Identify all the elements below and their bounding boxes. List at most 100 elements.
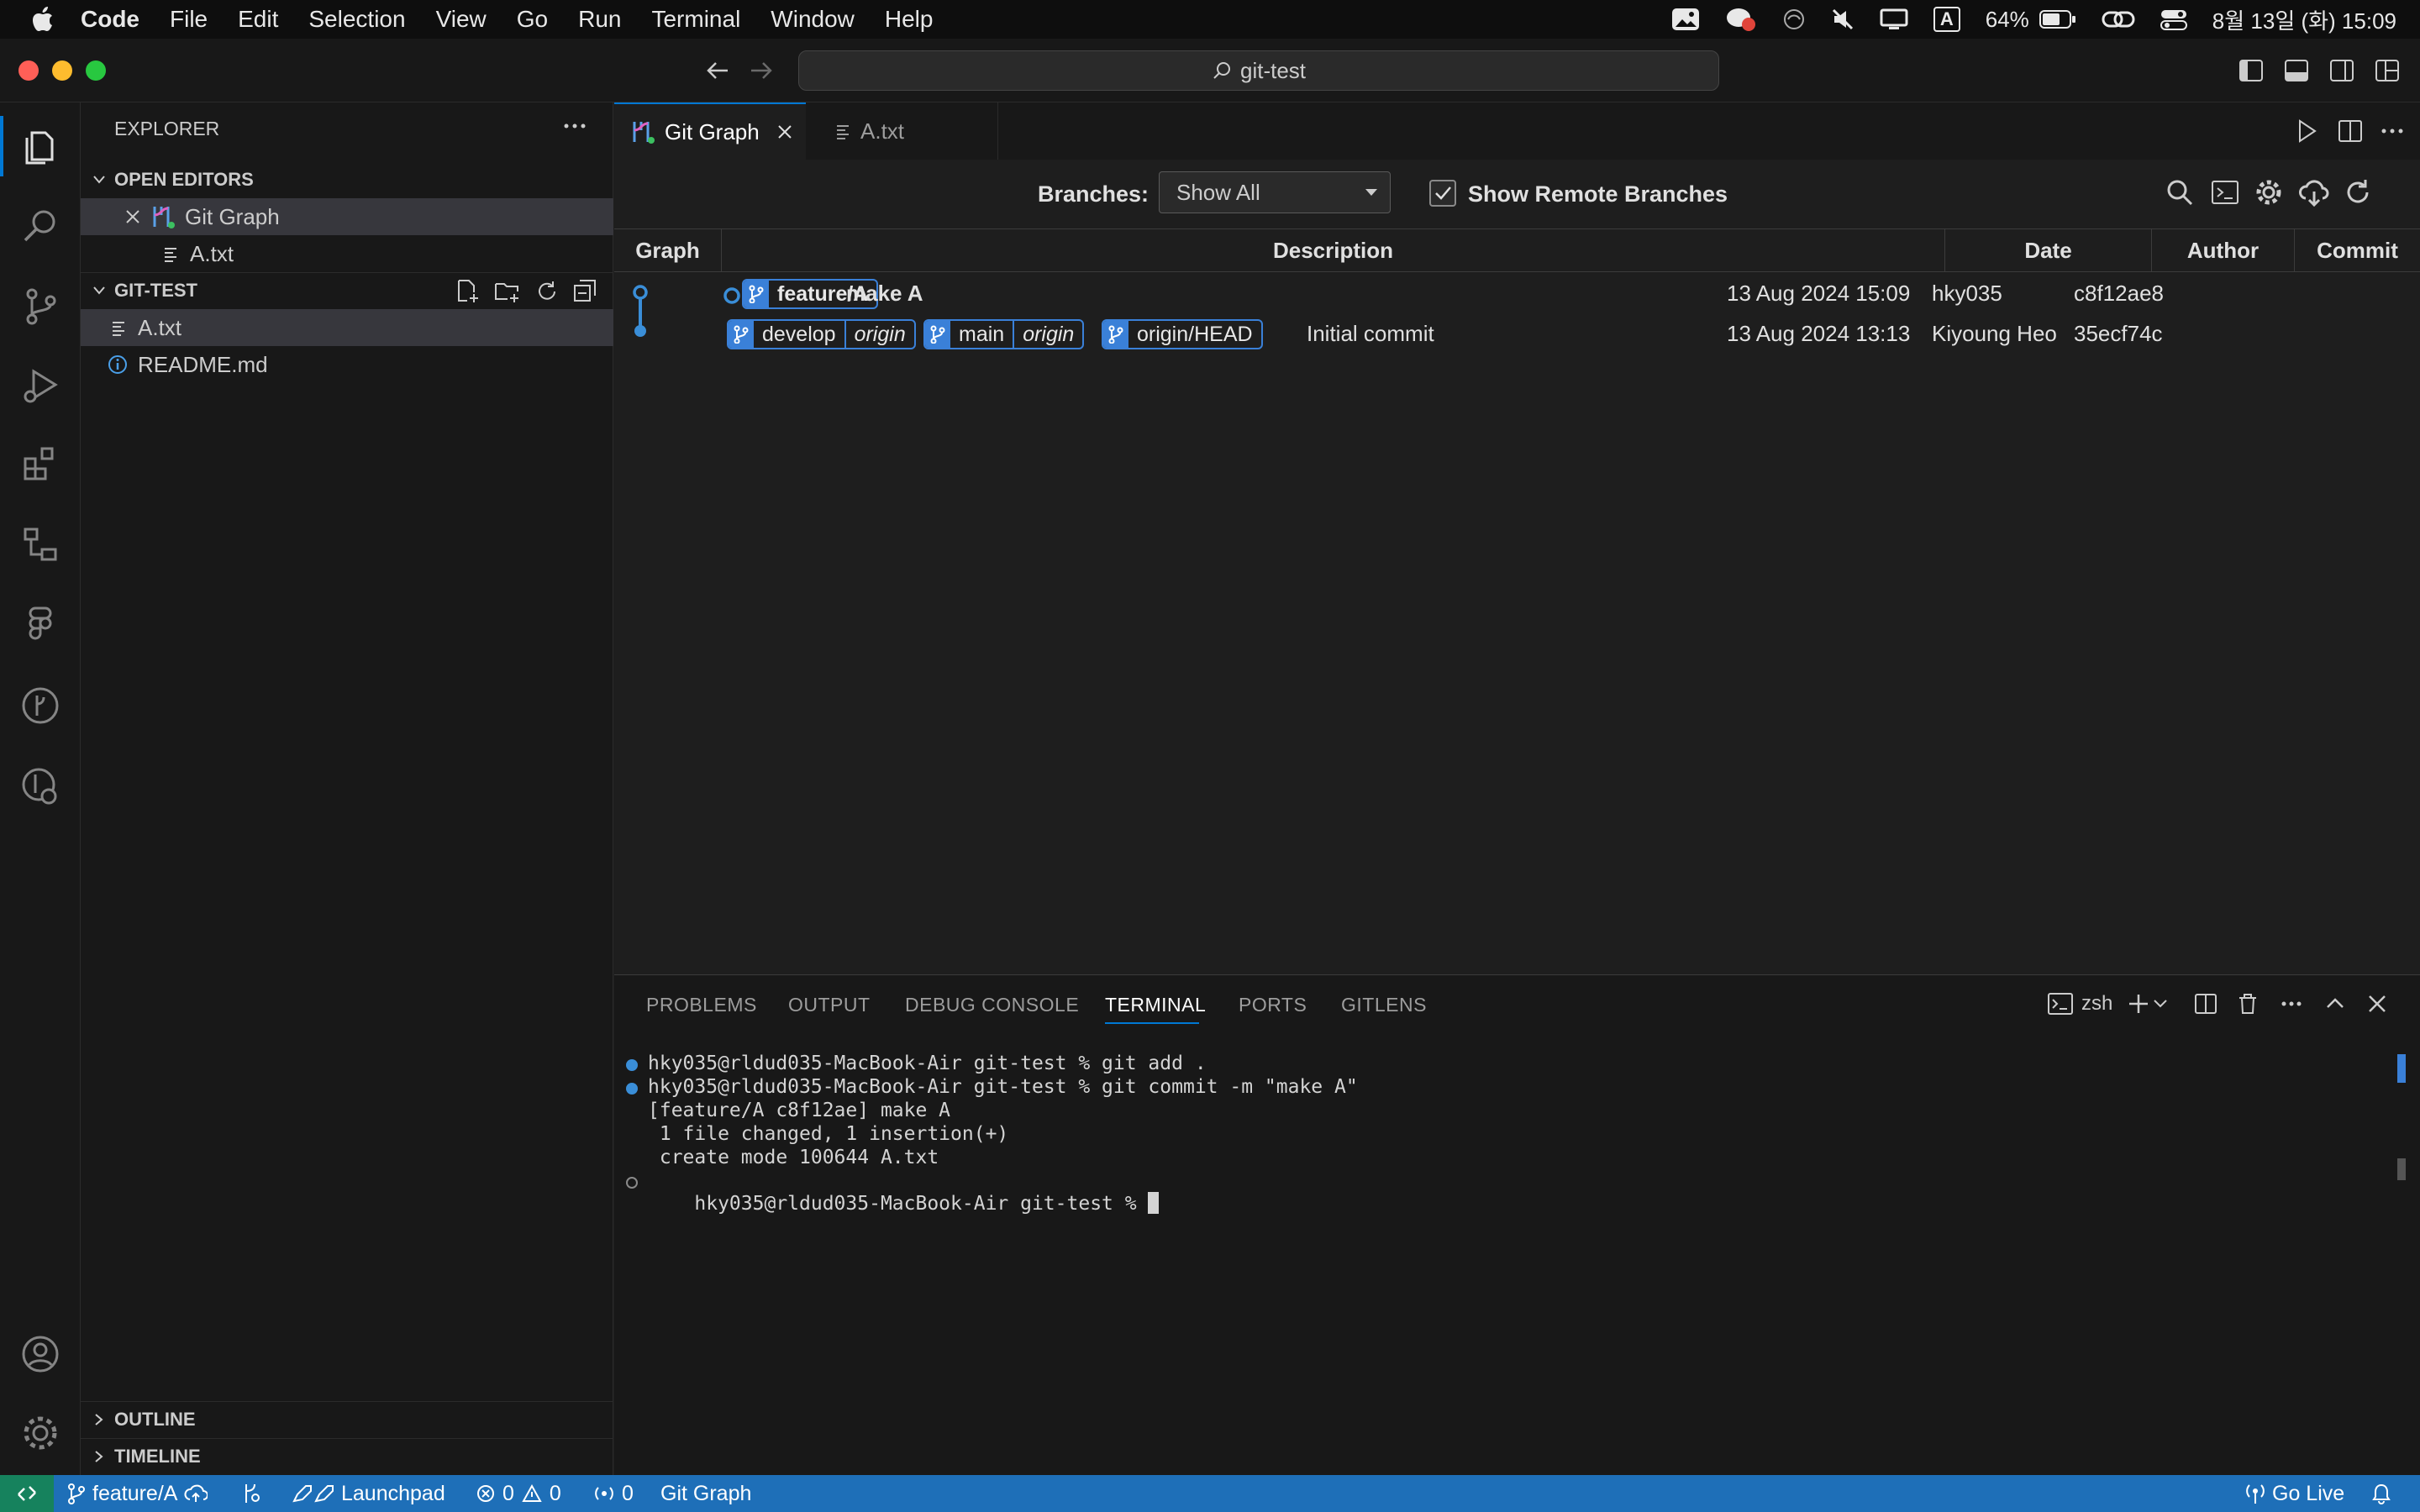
- problems-status[interactable]: 0 0: [476, 1475, 561, 1512]
- branch-ref-develop[interactable]: develop origin: [727, 319, 916, 349]
- git-graph-icon[interactable]: [17, 682, 64, 729]
- run-icon[interactable]: [2293, 118, 2320, 144]
- open-editor-git-graph[interactable]: Git Graph: [81, 198, 613, 235]
- open-editors-header[interactable]: OPEN EDITORS: [81, 161, 613, 198]
- messages-icon[interactable]: [1725, 6, 1757, 33]
- show-remote-checkbox[interactable]: [1429, 180, 1456, 207]
- extensions-icon[interactable]: [17, 440, 64, 487]
- menu-window[interactable]: Window: [771, 6, 855, 33]
- branch-status[interactable]: feature/A: [67, 1475, 208, 1512]
- accounts-icon[interactable]: [17, 1331, 64, 1378]
- maximize-panel-icon[interactable]: [2323, 992, 2347, 1016]
- figma-icon[interactable]: [17, 600, 64, 647]
- graph-node-head[interactable]: [633, 285, 648, 300]
- column-commit[interactable]: Commit: [2295, 229, 2420, 271]
- more-actions-icon[interactable]: [561, 113, 588, 139]
- back-arrow-icon[interactable]: [704, 57, 731, 84]
- close-window-button[interactable]: [18, 60, 39, 81]
- close-panel-icon[interactable]: [2365, 992, 2389, 1016]
- menu-edit[interactable]: Edit: [238, 6, 278, 33]
- commit-row[interactable]: develop origin main origin origin/HEAD I…: [722, 316, 2420, 354]
- file-readme-md[interactable]: README.md: [81, 346, 613, 383]
- toggle-primary-sidebar-icon[interactable]: [2238, 59, 2264, 82]
- tab-gitlens[interactable]: GITLENS: [1341, 994, 1427, 1016]
- go-live-status[interactable]: Go Live: [2245, 1475, 2344, 1512]
- tab-a-txt[interactable]: A.txt: [807, 102, 998, 160]
- more-actions-icon[interactable]: [2280, 992, 2303, 1016]
- ports-status[interactable]: 0: [593, 1475, 634, 1512]
- workspace-header[interactable]: GIT-TEST: [81, 272, 613, 309]
- menu-terminal[interactable]: Terminal: [651, 6, 740, 33]
- branches-dropdown[interactable]: Show All: [1159, 171, 1391, 213]
- terminal-prompt-line[interactable]: hky035@rldud035-MacBook-Air git-test %: [648, 1170, 1160, 1236]
- chevron-down-icon[interactable]: [2152, 995, 2169, 1012]
- input-source-icon[interactable]: A: [1933, 7, 1960, 32]
- open-editor-a-txt[interactable]: A.txt: [81, 235, 613, 272]
- manage-gear-icon[interactable]: [17, 1410, 64, 1457]
- branch-ref-main[interactable]: main origin: [923, 319, 1085, 349]
- git-graph-status-icon[interactable]: [240, 1475, 262, 1512]
- close-tab-icon[interactable]: [776, 123, 793, 140]
- clock[interactable]: 8월 13일 (화) 15:09: [2212, 4, 2396, 35]
- run-debug-icon[interactable]: [17, 361, 64, 408]
- more-actions-icon[interactable]: [2379, 118, 2406, 144]
- remote-explorer-icon[interactable]: [17, 521, 64, 568]
- minimize-window-button[interactable]: [52, 60, 72, 81]
- close-editor-icon[interactable]: [124, 208, 141, 225]
- menu-file[interactable]: File: [170, 6, 208, 33]
- menu-app-name[interactable]: Code: [81, 6, 139, 33]
- terminal-icon[interactable]: [2211, 178, 2239, 207]
- new-terminal-icon[interactable]: [2127, 992, 2150, 1016]
- command-success-decoration[interactable]: [626, 1083, 638, 1095]
- notifications-bell-icon[interactable]: [2371, 1475, 2391, 1512]
- fetch-cloud-icon[interactable]: [2298, 178, 2330, 207]
- apple-menu-icon[interactable]: [32, 7, 54, 32]
- explorer-icon[interactable]: [17, 123, 64, 170]
- toggle-panel-icon[interactable]: [2284, 59, 2309, 82]
- command-center-search[interactable]: git-test: [798, 50, 1719, 91]
- column-graph[interactable]: Graph: [614, 229, 722, 271]
- tab-debug-console[interactable]: DEBUG CONSOLE: [905, 994, 1079, 1016]
- siri-icon[interactable]: [1782, 8, 1806, 31]
- search-icon[interactable]: [17, 202, 64, 249]
- tab-ports[interactable]: PORTS: [1239, 994, 1307, 1016]
- graph-node[interactable]: [634, 325, 646, 337]
- launchpad-status[interactable]: Launchpad: [291, 1475, 445, 1512]
- new-file-icon[interactable]: [455, 279, 481, 304]
- command-success-decoration[interactable]: [626, 1059, 638, 1071]
- command-pending-decoration[interactable]: [626, 1177, 638, 1189]
- find-icon[interactable]: [2165, 178, 2194, 207]
- display-icon[interactable]: [1880, 8, 1908, 31]
- terminal-shell-selector[interactable]: zsh: [2048, 989, 2112, 1019]
- tab-problems[interactable]: PROBLEMS: [646, 994, 757, 1016]
- trash-icon[interactable]: [2236, 992, 2260, 1016]
- source-control-icon[interactable]: [17, 282, 64, 329]
- column-date[interactable]: Date: [1945, 229, 2152, 271]
- new-folder-icon[interactable]: [494, 279, 521, 304]
- commit-row[interactable]: feature/A make A 13 Aug 2024 15:09 hky03…: [722, 276, 2420, 314]
- remote-indicator[interactable]: [0, 1475, 54, 1512]
- menu-run[interactable]: Run: [578, 6, 621, 33]
- tab-terminal[interactable]: TERMINAL: [1105, 994, 1206, 1016]
- photos-icon[interactable]: [1671, 7, 1700, 32]
- zoom-window-button[interactable]: [86, 60, 106, 81]
- refresh-icon[interactable]: [2344, 178, 2372, 207]
- menu-go[interactable]: Go: [517, 6, 548, 33]
- split-terminal-icon[interactable]: [2194, 992, 2217, 1016]
- column-description[interactable]: Description: [722, 229, 1945, 271]
- control-center-icon[interactable]: [2160, 8, 2187, 31]
- menu-view[interactable]: View: [436, 6, 487, 33]
- branch-ref-origin-head[interactable]: origin/HEAD: [1102, 319, 1263, 349]
- toggle-secondary-sidebar-icon[interactable]: [2329, 59, 2354, 82]
- git-graph-status[interactable]: Git Graph: [660, 1475, 751, 1512]
- mute-icon[interactable]: [1831, 8, 1854, 31]
- refresh-icon[interactable]: [534, 279, 560, 304]
- forward-arrow-icon[interactable]: [748, 57, 775, 84]
- column-author[interactable]: Author: [2152, 229, 2295, 271]
- menu-help[interactable]: Help: [885, 6, 934, 33]
- link-icon[interactable]: [2102, 8, 2135, 31]
- menu-selection[interactable]: Selection: [308, 6, 405, 33]
- battery-icon[interactable]: [2039, 9, 2076, 29]
- gitlens-icon[interactable]: [17, 763, 64, 810]
- tab-output[interactable]: OUTPUT: [788, 994, 871, 1016]
